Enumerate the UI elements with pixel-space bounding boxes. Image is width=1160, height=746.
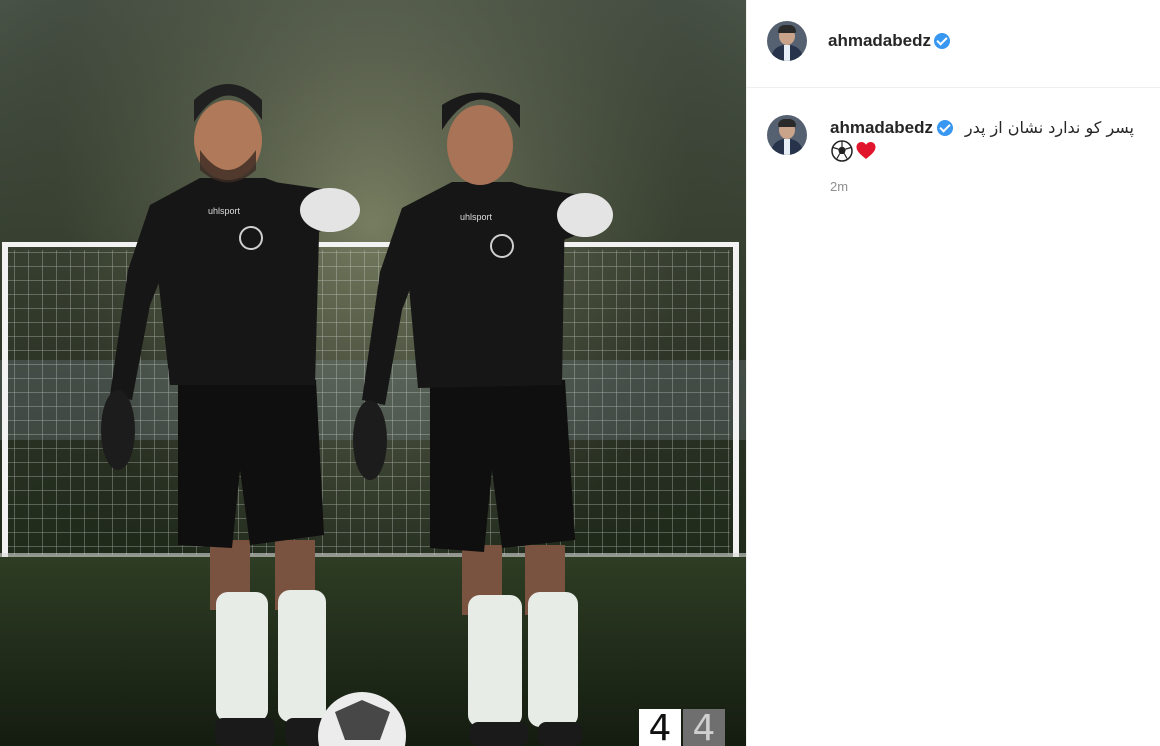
slide-counter-current: 4 <box>639 709 681 746</box>
post-timestamp[interactable]: 2m <box>830 179 848 194</box>
username-link[interactable]: ahmadabedz <box>830 118 933 138</box>
svg-text:uhlsport: uhlsport <box>208 206 241 216</box>
post-header: ahmadabedz <box>747 0 1160 88</box>
verified-badge-icon <box>934 33 950 49</box>
username-link[interactable]: ahmadabedz <box>828 31 931 51</box>
soccer-ball-icon <box>831 140 853 162</box>
avatar[interactable] <box>767 115 807 155</box>
caption-text: پسر کو ندارد نشان از پدر <box>964 118 1134 137</box>
post-side-panel: ahmadabedz ahmadabedz پسر کو ندارد نشان … <box>746 0 1160 746</box>
avatar[interactable] <box>767 21 807 61</box>
post-image[interactable]: uhlsport uhlsport 4 4 <box>0 0 746 746</box>
caption-emojis <box>831 140 891 162</box>
slide-counter-total: 4 <box>683 709 725 746</box>
red-heart-icon <box>856 142 876 159</box>
svg-text:uhlsport: uhlsport <box>460 212 493 222</box>
goalkeepers-photo: uhlsport uhlsport <box>0 0 746 746</box>
verified-badge-icon <box>937 120 953 136</box>
